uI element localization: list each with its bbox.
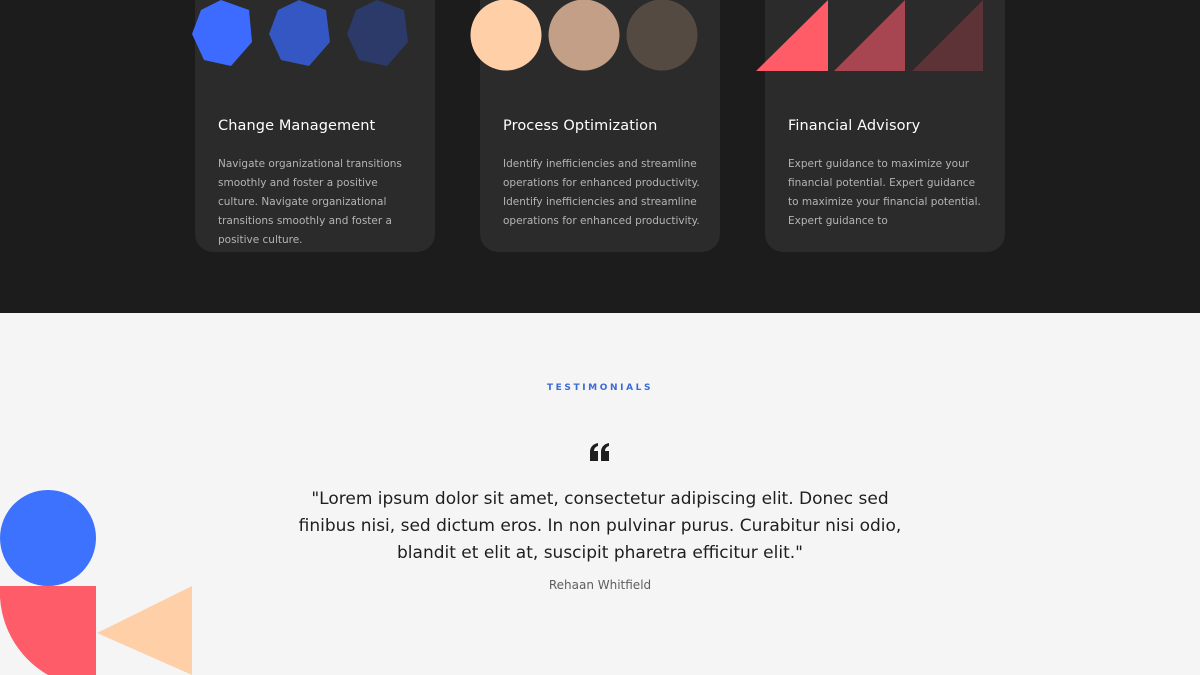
triangle-icon xyxy=(756,0,828,71)
card-title: Financial Advisory xyxy=(788,118,921,134)
service-card-change-management: Change Management Navigate organizationa… xyxy=(192,0,435,252)
hexagon-icon xyxy=(269,0,330,66)
decor-half-circle-icon xyxy=(0,586,96,675)
card-title: Process Optimization xyxy=(503,118,658,134)
circle-icon xyxy=(626,0,698,71)
hexagon-icon xyxy=(192,0,252,66)
card-title: Change Management xyxy=(218,118,376,134)
card-description: Identify inefficiencies and streamline o… xyxy=(503,158,700,227)
hexagon-icon xyxy=(347,0,408,66)
circle-icon xyxy=(548,0,620,71)
triangle-icon xyxy=(834,0,905,71)
hexagon-icons xyxy=(192,0,408,66)
card-description: Expert guidance to maximize your financi… xyxy=(788,158,981,227)
testimonial-quote: "Lorem ipsum dolor sit amet, consectetur… xyxy=(298,489,902,563)
service-card-process-optimization: Process Optimization Identify inefficien… xyxy=(470,0,720,252)
circle-icons xyxy=(470,0,698,71)
services-section: Change Management Navigate organizationa… xyxy=(0,0,1200,313)
service-card-financial-advisory: Financial Advisory Expert guidance to ma… xyxy=(756,0,1005,252)
circle-icon xyxy=(470,0,542,71)
section-eyebrow: TESTIMONIALS xyxy=(546,383,654,393)
decor-triangle-icon xyxy=(97,586,192,675)
decorative-shapes xyxy=(0,490,192,675)
triangle-icons xyxy=(756,0,983,71)
card-description: Navigate organizational transitions smoo… xyxy=(218,158,402,246)
decor-circle-icon xyxy=(0,490,96,586)
quote-icon xyxy=(590,443,609,461)
triangle-icon xyxy=(912,0,983,71)
